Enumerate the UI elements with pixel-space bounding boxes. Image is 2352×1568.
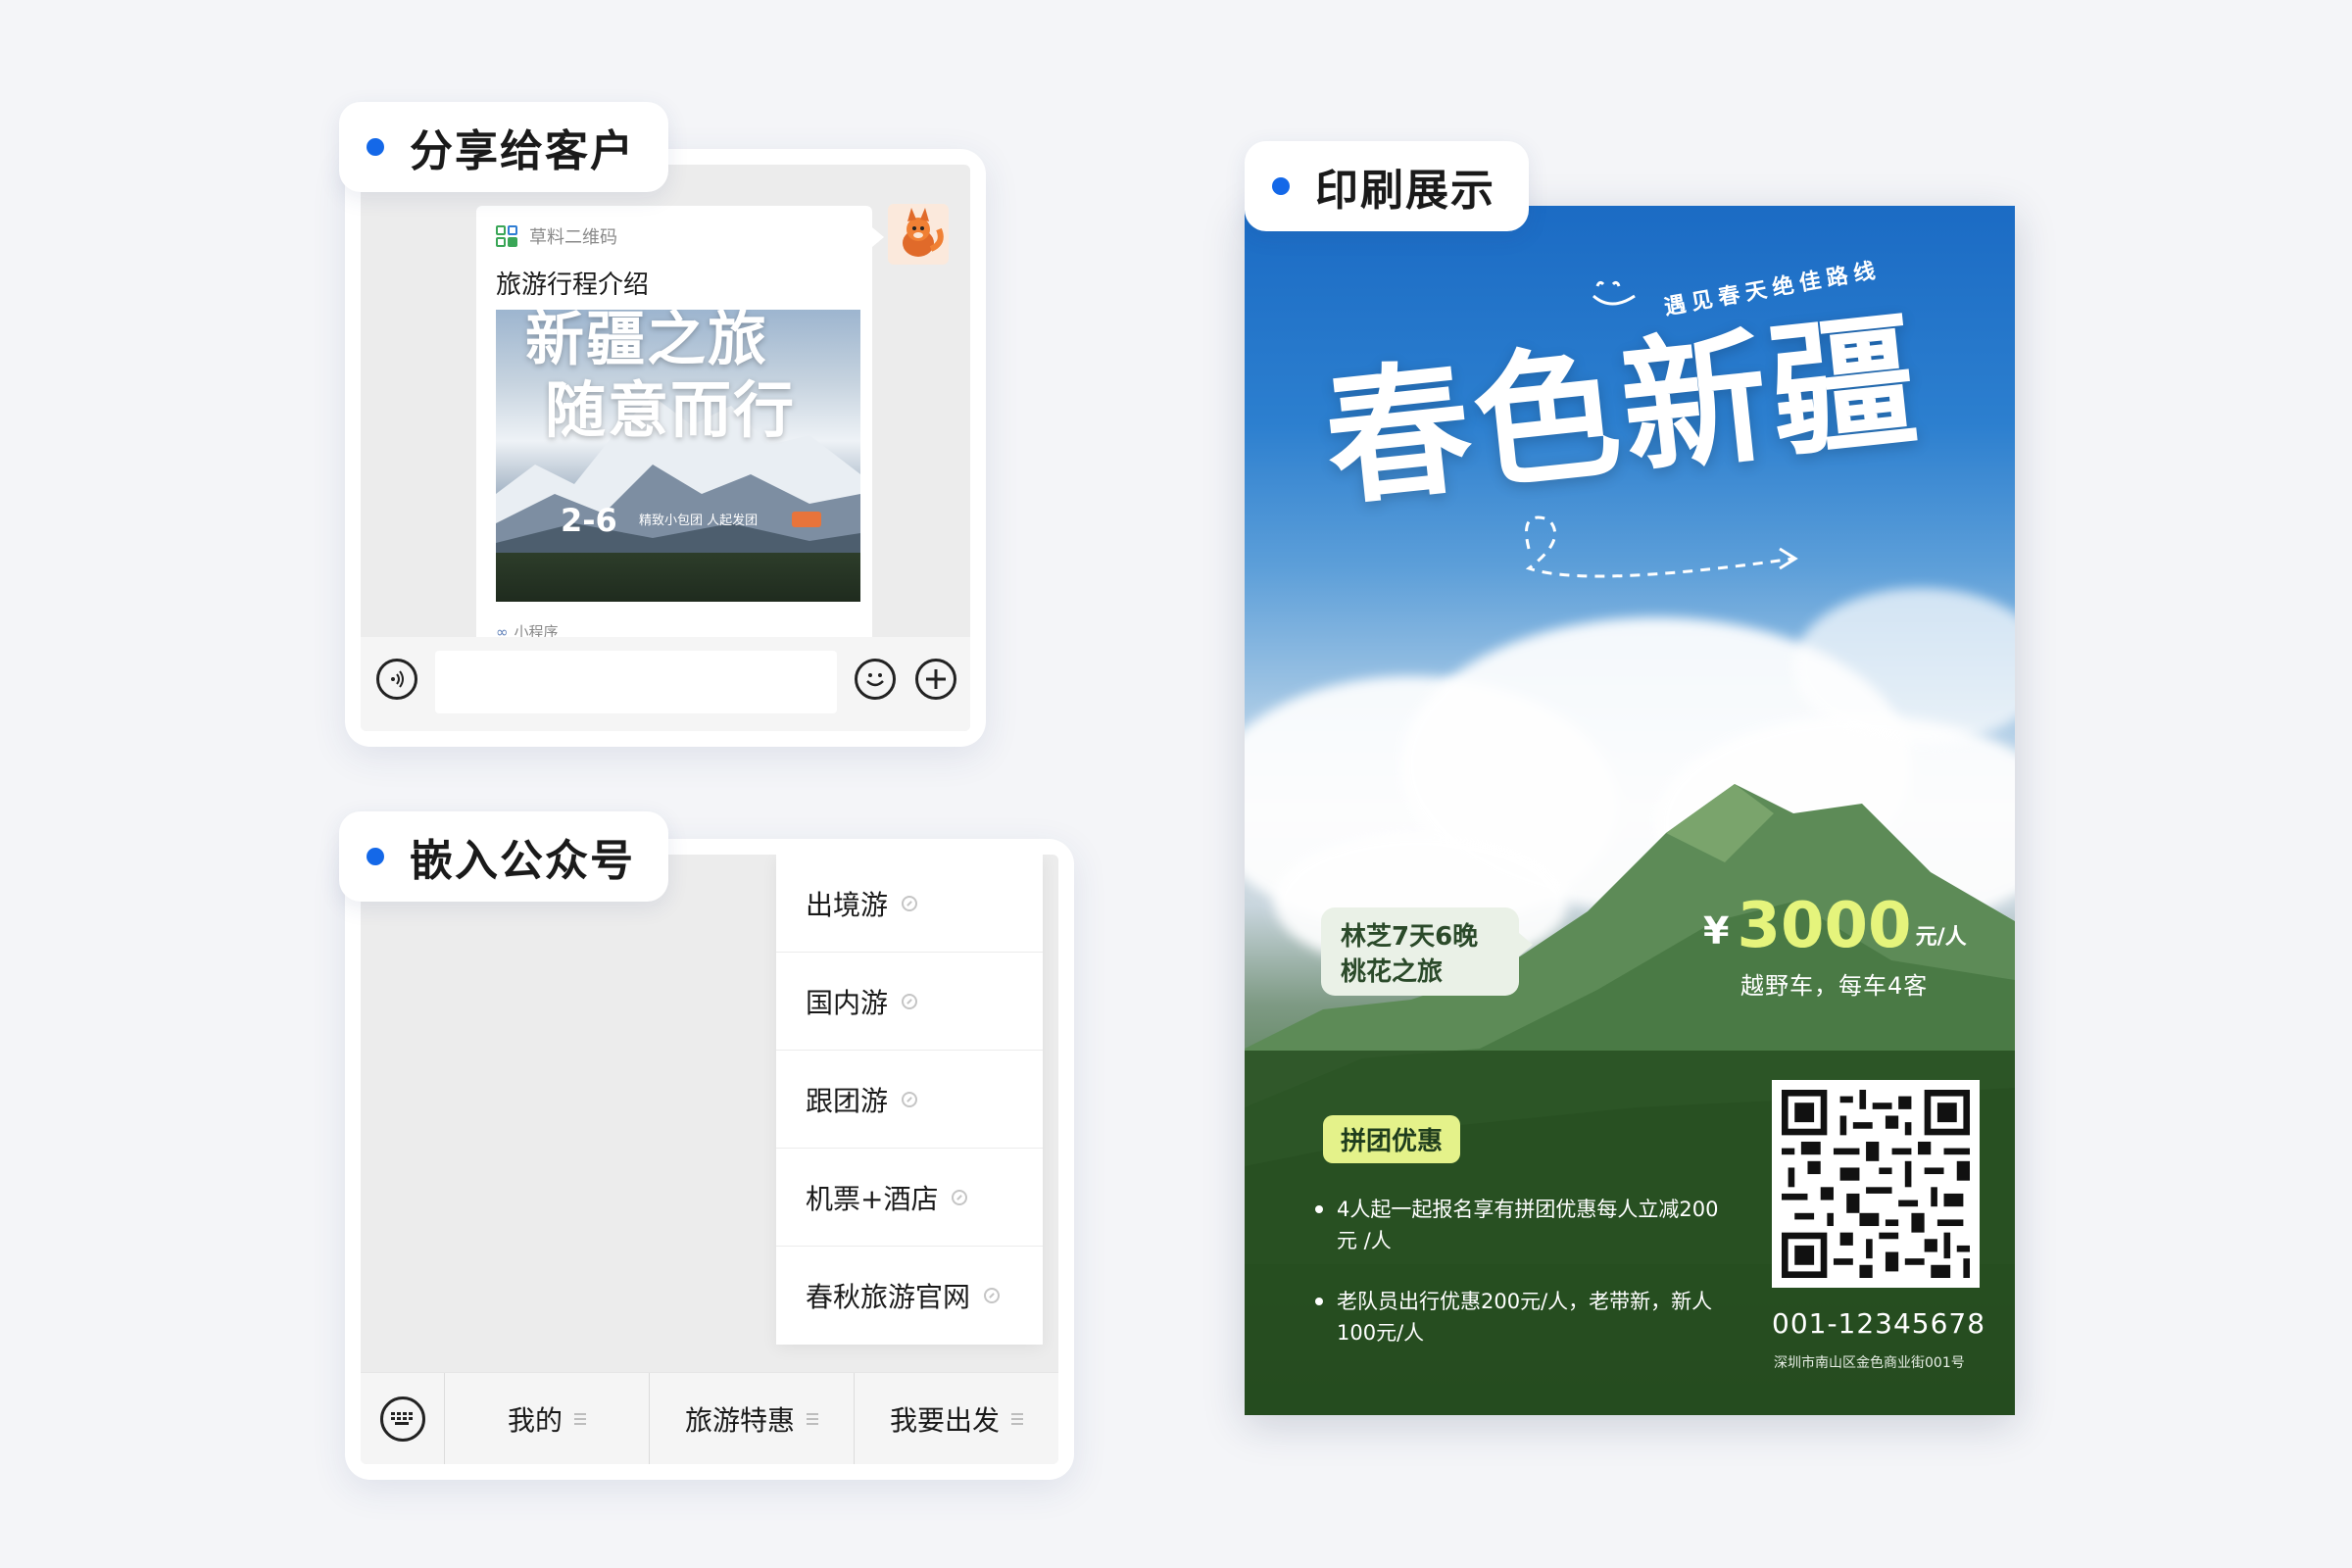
- price-block: ¥ 3000 元/人 越野车，每车4客: [1703, 892, 1997, 1001]
- keyboard-button[interactable]: [361, 1372, 445, 1464]
- dashed-arrow-icon: [1525, 515, 1798, 578]
- label-dot-icon: [367, 138, 384, 156]
- official-account-menu-bar: 我的 旅游特惠 我要出发: [361, 1372, 1058, 1464]
- link-icon: [902, 895, 918, 911]
- emoji-icon: [866, 673, 884, 687]
- promo-panel: 拼团优惠 4人起一起报名享有拼团优惠每人立减200元 /人 老队员出行优惠200…: [1245, 1051, 2015, 1415]
- print-section-label: 印刷展示: [1245, 141, 1529, 231]
- label-dot-icon: [1272, 177, 1290, 195]
- mini-program-message[interactable]: 草料二维码 旅游行程介绍 新疆之旅 随意而行 2-6 精致小包团 人起发团 ∞ …: [476, 206, 884, 657]
- cover-headline-2: 随意而行: [545, 374, 797, 446]
- message-title: 旅游行程介绍: [496, 270, 650, 300]
- share-phone-card: 草料二维码 旅游行程介绍 新疆之旅 随意而行 2-6 精致小包团 人起发团 ∞ …: [345, 149, 986, 747]
- emoji-button[interactable]: [855, 659, 896, 700]
- link-icon: [902, 1091, 918, 1107]
- official-account-area: 出境游 国内游 跟团游 机票+酒店 春秋旅游官网 我的 旅游特惠 我要出发: [361, 855, 1058, 1464]
- voice-button[interactable]: [376, 659, 417, 700]
- route-subtitle: 桃花之旅: [1341, 957, 1444, 987]
- share-section-label: 分享给客户: [339, 102, 668, 192]
- cover-date: 2-6: [561, 502, 617, 539]
- menu-tab-deals[interactable]: 旅游特惠: [650, 1372, 855, 1464]
- chat-input-bar: [361, 637, 970, 731]
- plus-button[interactable]: [915, 659, 956, 700]
- official-account-phone-card: 出境游 国内游 跟团游 机票+酒店 春秋旅游官网 我的 旅游特惠 我要出发: [345, 839, 1074, 1480]
- contact-address: 深圳市南山区金色商业街001号: [1774, 1355, 1965, 1371]
- label-dot-icon: [367, 848, 384, 865]
- print-section-title: 印刷展示: [1315, 166, 1495, 216]
- message-source-name: 草料二维码: [529, 227, 617, 248]
- menu-item[interactable]: 国内游: [776, 953, 1043, 1051]
- promo-list: 4人起一起报名享有拼团优惠每人立减200元 /人 老队员出行优惠200元/人，老…: [1315, 1194, 1727, 1378]
- contact-phone: 001-12345678: [1772, 1307, 1986, 1340]
- qr-code-icon: [1782, 1090, 1970, 1278]
- cover-badge: [792, 512, 821, 527]
- message-cover-image: 新疆之旅 随意而行 2-6 精致小包团 人起发团: [496, 310, 860, 602]
- submenu-list: 出境游 国内游 跟团游 机票+酒店 春秋旅游官网: [776, 855, 1043, 1345]
- official-account-section-title: 嵌入公众号: [410, 836, 635, 886]
- voice-icon: [391, 670, 404, 688]
- link-icon: [984, 1288, 1001, 1303]
- promo-item: 4人起一起报名享有拼团优惠每人立减200元 /人: [1315, 1194, 1727, 1256]
- chat-area: 草料二维码 旅游行程介绍 新疆之旅 随意而行 2-6 精致小包团 人起发团 ∞ …: [361, 165, 970, 731]
- menu-tab-mine[interactable]: 我的: [445, 1372, 650, 1464]
- keyboard-icon: [390, 1411, 413, 1425]
- menu-item[interactable]: 春秋旅游官网: [776, 1247, 1043, 1345]
- route-bubble: 林芝7天6晚 桃花之旅: [1321, 907, 1533, 996]
- price-value: 3000: [1737, 890, 1912, 962]
- link-icon: [902, 993, 918, 1009]
- promo-tag: 拼团优惠: [1323, 1115, 1461, 1163]
- price-unit: 元/人: [1915, 925, 1967, 950]
- menu-item[interactable]: 跟团游: [776, 1051, 1043, 1149]
- price-note: 越野车，每车4客: [1740, 972, 1929, 1000]
- link-icon: [952, 1189, 968, 1205]
- cover-tag: 精致小包团 人起发团: [639, 514, 759, 528]
- route-name: 林芝7天6晚: [1341, 922, 1479, 952]
- official-account-section-label: 嵌入公众号: [339, 811, 668, 902]
- qr-code[interactable]: [1772, 1080, 1980, 1288]
- price-currency: ¥: [1703, 909, 1730, 953]
- menu-lines-icon: [1011, 1412, 1023, 1425]
- travel-poster: 遇见春天绝佳路线 春色新疆 林芝7天6晚 桃花之旅 ¥ 3000 元/人 越野车…: [1245, 206, 2015, 1415]
- menu-lines-icon: [807, 1412, 818, 1425]
- chat-input[interactable]: [435, 651, 837, 713]
- menu-item[interactable]: 机票+酒店: [776, 1149, 1043, 1247]
- share-section-title: 分享给客户: [410, 126, 635, 176]
- plus-icon: [926, 669, 946, 689]
- promo-item: 老队员出行优惠200元/人，老带新，新人100元/人: [1315, 1286, 1727, 1348]
- qr-logo-icon: [496, 225, 517, 247]
- menu-tab-depart[interactable]: 我要出发: [855, 1373, 1058, 1465]
- message-source: 草料二维码: [496, 223, 617, 249]
- menu-item[interactable]: 出境游: [776, 855, 1043, 953]
- avatar[interactable]: [888, 204, 949, 265]
- menu-lines-icon: [574, 1412, 586, 1425]
